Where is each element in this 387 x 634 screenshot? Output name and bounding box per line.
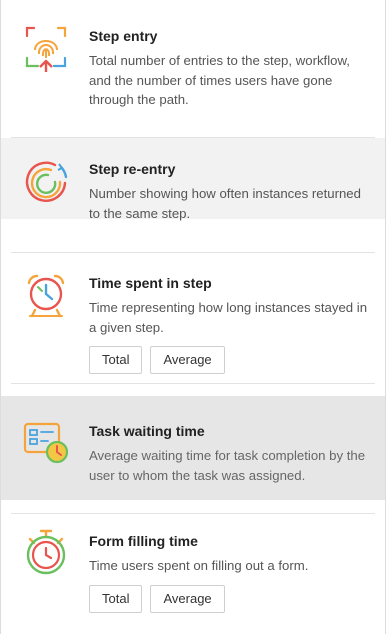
metric-title: Step entry — [89, 28, 158, 44]
metric-title: Form filling time — [89, 533, 198, 549]
alarm-clock-icon — [21, 271, 71, 321]
metric-form-filling-time[interactable]: Form filling time Time users spent on fi… — [1, 514, 385, 634]
metric-step-re-entry[interactable]: Step re-entry Number showing how often i… — [1, 138, 385, 221]
metric-title: Time spent in step — [89, 275, 212, 291]
reentry-arcs-icon — [21, 155, 71, 205]
average-button[interactable]: Average — [150, 584, 225, 613]
metric-description: Time representing how long instances sta… — [89, 300, 368, 335]
metric-task-waiting-time[interactable]: Task waiting time Average waiting time f… — [1, 396, 385, 500]
divider — [11, 383, 375, 384]
metric-description: Average waiting time for task completion… — [89, 448, 366, 483]
stopwatch-icon — [21, 527, 71, 577]
metrics-panel: Step entry Total number of entries to th… — [0, 0, 386, 634]
total-button[interactable]: Total — [89, 584, 143, 613]
metric-description: Total number of entries to the step, wor… — [89, 53, 350, 107]
metric-title: Step re-entry — [89, 161, 176, 177]
total-button[interactable]: Total — [89, 346, 143, 374]
metric-time-spent-in-step[interactable]: Time spent in step Time representing how… — [1, 253, 385, 383]
metric-description: Time users spent on filling out a form. — [89, 558, 309, 573]
average-button[interactable]: Average — [150, 346, 225, 374]
metric-title: Task waiting time — [89, 423, 205, 439]
task-clock-icon — [21, 418, 71, 468]
metric-description: Number showing how often instances retur… — [89, 186, 361, 221]
fingerprint-entry-icon — [21, 24, 71, 74]
metric-step-entry[interactable]: Step entry Total number of entries to th… — [1, 0, 385, 137]
